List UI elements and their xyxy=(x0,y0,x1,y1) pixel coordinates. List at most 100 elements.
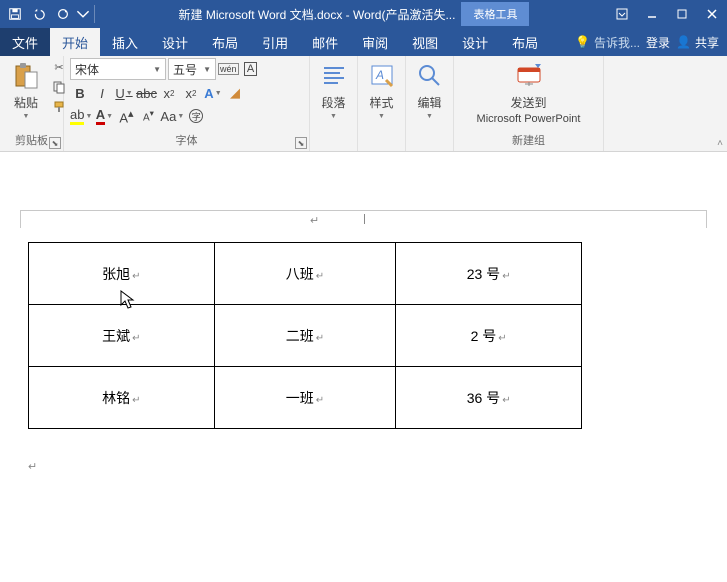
tab-insert[interactable]: 插入 xyxy=(100,28,150,56)
chevron-down-icon: ▼ xyxy=(23,113,30,120)
group-label-styles xyxy=(364,134,399,151)
phonetic-guide-button[interactable]: wén xyxy=(218,59,239,79)
editing-label: 编辑 xyxy=(417,94,441,111)
qat-customize-button[interactable] xyxy=(76,3,90,25)
grow-font-button[interactable]: A▴ xyxy=(116,106,136,126)
tab-table-design[interactable]: 设计 xyxy=(450,28,500,56)
clear-formatting-button[interactable]: ◢ xyxy=(225,83,245,103)
paragraph-icon xyxy=(318,60,350,92)
grow-font-icon: A▴ xyxy=(119,107,133,125)
word-table[interactable]: 张旭↵ 八班↵ 23 号↵ 王斌↵ 二班↵ 2 号↵ 林铭↵ 一班↵ 36 号↵ xyxy=(28,242,582,429)
bold-button[interactable]: B xyxy=(70,83,90,103)
close-button[interactable] xyxy=(697,0,727,28)
phonetic-icon: wén xyxy=(218,63,239,75)
scissors-icon: ✂ xyxy=(54,61,63,74)
cell-mark-icon: ↵ xyxy=(498,333,506,344)
page: 张旭↵ 八班↵ 23 号↵ 王斌↵ 二班↵ 2 号↵ 林铭↵ 一班↵ 36 号↵… xyxy=(28,242,699,447)
table-cell[interactable]: 王斌↵ xyxy=(29,305,215,367)
cell-text: 36 号 xyxy=(467,390,500,406)
change-case-button[interactable]: Aa▼ xyxy=(160,106,184,126)
character-border-button[interactable]: A xyxy=(241,59,261,79)
ppt-label: Microsoft PowerPoint xyxy=(477,113,581,125)
cell-text: 一班 xyxy=(286,390,314,406)
chevron-down-icon: ▼ xyxy=(85,113,92,120)
tab-mailings[interactable]: 邮件 xyxy=(300,28,350,56)
horizontal-ruler[interactable] xyxy=(20,210,707,228)
chevron-down-icon: ▼ xyxy=(177,113,184,120)
table-cell[interactable]: 一班↵ xyxy=(214,367,396,429)
undo-button[interactable] xyxy=(28,3,50,25)
tab-design[interactable]: 设计 xyxy=(150,28,200,56)
table-cell[interactable]: 林铭↵ xyxy=(29,367,215,429)
cell-mark-icon: ↵ xyxy=(132,333,140,344)
cell-mark-icon: ↵ xyxy=(316,395,324,406)
tell-me-search[interactable]: 💡 告诉我... xyxy=(575,34,640,51)
font-color-icon: A xyxy=(96,107,105,125)
font-size-combo[interactable]: 五号▼ xyxy=(168,58,216,80)
enclose-characters-button[interactable]: 字 xyxy=(186,106,206,126)
subscript-button[interactable]: x2 xyxy=(159,83,179,103)
maximize-button[interactable] xyxy=(667,0,697,28)
tab-layout[interactable]: 布局 xyxy=(200,28,250,56)
cell-mark-icon: ↵ xyxy=(502,271,510,282)
powerpoint-icon xyxy=(513,60,545,92)
table-cell[interactable]: 张旭↵ xyxy=(29,243,215,305)
table-row[interactable]: 王斌↵ 二班↵ 2 号↵ xyxy=(29,305,582,367)
table-cell[interactable]: 36 号↵ xyxy=(396,367,582,429)
ribbon-tabs: 文件 开始 插入 设计 布局 引用 邮件 审阅 视图 设计 布局 💡 告诉我..… xyxy=(0,28,727,56)
document-area[interactable]: ↵ 张旭↵ 八班↵ 23 号↵ 王斌↵ 二班↵ 2 号↵ 林铭↵ 一班↵ 36 … xyxy=(0,152,727,582)
collapse-ribbon-button[interactable]: ˄ xyxy=(717,138,723,149)
redo-button[interactable] xyxy=(52,3,74,25)
group-clipboard: 粘贴 ▼ ✂ 剪贴板 ⬊ xyxy=(0,56,64,151)
styles-label: 样式 xyxy=(369,94,393,111)
save-button[interactable] xyxy=(4,3,26,25)
ribbon: 粘贴 ▼ ✂ 剪贴板 ⬊ 宋体▼ 五号▼ wé xyxy=(0,56,727,152)
document-title: 新建 Microsoft Word 文档.docx - Word(产品激活失..… xyxy=(179,6,456,23)
table-cell[interactable]: 二班↵ xyxy=(214,305,396,367)
table-cell[interactable]: 八班↵ xyxy=(214,243,396,305)
tab-review[interactable]: 审阅 xyxy=(350,28,400,56)
paste-icon xyxy=(10,60,42,92)
highlight-button[interactable]: ab▼ xyxy=(70,106,92,126)
superscript-button[interactable]: x2 xyxy=(181,83,201,103)
table-row[interactable]: 张旭↵ 八班↵ 23 号↵ xyxy=(29,243,582,305)
strikethrough-button[interactable]: abc xyxy=(136,83,157,103)
tab-file[interactable]: 文件 xyxy=(0,28,50,56)
text-effects-button[interactable]: A▼ xyxy=(203,83,223,103)
shrink-font-icon: A▾ xyxy=(143,108,154,123)
tell-me-label: 告诉我... xyxy=(594,34,640,51)
paragraph-mark-icon: ↵ xyxy=(28,461,37,473)
font-name-combo[interactable]: 宋体▼ xyxy=(70,58,166,80)
paragraph-button[interactable]: 段落 ▼ xyxy=(314,58,354,122)
table-row[interactable]: 林铭↵ 一班↵ 36 号↵ xyxy=(29,367,582,429)
table-cell[interactable]: 2 号↵ xyxy=(396,305,582,367)
share-button[interactable]: 👤 共享 xyxy=(676,34,719,51)
tab-home[interactable]: 开始 xyxy=(50,28,100,56)
paste-button[interactable]: 粘贴 ▼ xyxy=(6,58,46,122)
italic-button[interactable]: I xyxy=(92,83,112,103)
underline-button[interactable]: U▼ xyxy=(114,83,134,103)
cell-mark-icon: ↵ xyxy=(316,271,324,282)
table-cell[interactable]: 23 号↵ xyxy=(396,243,582,305)
ribbon-options-button[interactable] xyxy=(607,0,637,28)
font-dialog-launcher[interactable]: ⬊ xyxy=(295,137,307,149)
minimize-button[interactable] xyxy=(637,0,667,28)
shrink-font-button[interactable]: A▾ xyxy=(138,106,158,126)
tab-table-layout[interactable]: 布局 xyxy=(500,28,550,56)
tab-references[interactable]: 引用 xyxy=(250,28,300,56)
font-size-value: 五号 xyxy=(173,61,197,78)
send-to-powerpoint-button[interactable]: 发送到 Microsoft PowerPoint xyxy=(473,58,585,127)
cell-text: 23 号 xyxy=(467,266,500,282)
chevron-down-icon: ▼ xyxy=(153,65,161,74)
font-color-button[interactable]: A▼ xyxy=(94,106,114,126)
tab-view[interactable]: 视图 xyxy=(400,28,450,56)
share-label: 共享 xyxy=(695,34,719,51)
enclose-icon: 字 xyxy=(189,109,203,123)
login-button[interactable]: 登录 xyxy=(646,34,670,51)
clipboard-dialog-launcher[interactable]: ⬊ xyxy=(49,137,61,149)
editing-button[interactable]: 编辑 ▼ xyxy=(410,58,450,122)
cell-text: 王斌 xyxy=(102,328,130,344)
group-styles: A 样式 ▼ xyxy=(358,56,406,151)
cell-mark-icon: ↵ xyxy=(316,333,324,344)
styles-button[interactable]: A 样式 ▼ xyxy=(362,58,402,122)
